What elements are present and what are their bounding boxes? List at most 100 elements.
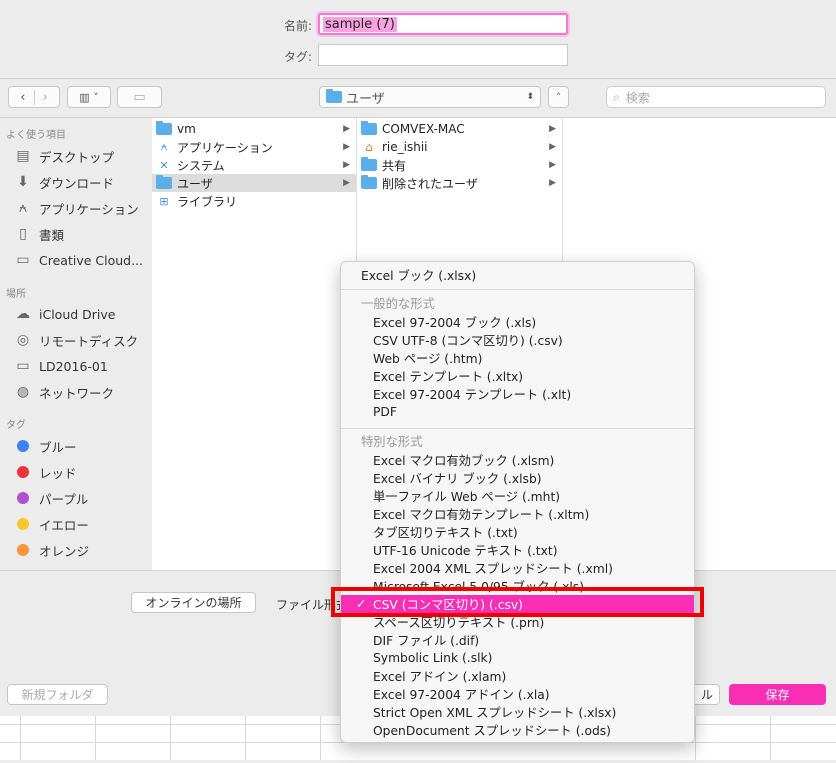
sidebar-item-creative-cloud[interactable]: ▭ Creative Cloud... (14, 249, 143, 271)
collapse-button[interactable]: ˄ (548, 86, 569, 108)
menu-item[interactable]: Excel 97-2004 ブック (.xls) (341, 313, 694, 331)
sidebar-tag-red[interactable]: レッド (14, 461, 77, 483)
menu-item[interactable]: Strict Open XML スプレッドシート (.xlsx) (341, 703, 694, 721)
menu-section-title: 特別な形式 (341, 432, 694, 450)
sidebar-item-label: Creative Cloud... (39, 252, 144, 268)
tags-title: タグ (6, 420, 26, 431)
menu-item[interactable]: Excel マクロ有効テンプレート (.xltm) (341, 505, 694, 523)
menu-item[interactable]: Excel 97-2004 テンプレート (.xlt) (341, 385, 694, 403)
menu-item[interactable]: Excel 97-2004 アドイン (.xla) (341, 685, 694, 703)
sidebar-item-documents[interactable]: ▯ 書類 (14, 223, 64, 245)
sidebar-item-desktop[interactable]: ▤ デスクトップ (14, 145, 114, 167)
sidebar-tag-purple[interactable]: パープル (14, 487, 88, 509)
menu-item-label: Excel 2004 XML スプレッドシート (.xml) (373, 562, 613, 576)
location-popup[interactable]: ユーザ ⬍ (319, 86, 541, 108)
item-label: アプリケーション (177, 140, 273, 155)
menu-item[interactable]: Symbolic Link (.slk) (341, 649, 694, 667)
sidebar-item-label: ネットワーク (39, 385, 115, 401)
chevron-right-icon: ▶ (343, 160, 350, 170)
sidebar-item-downloads[interactable]: ⬇ ダウンロード (14, 171, 114, 193)
tag-dot-icon (17, 492, 29, 504)
sidebar-tag-blue[interactable]: ブルー (14, 435, 77, 457)
sidebar-item-label: アプリケーション (39, 201, 139, 217)
list-item-system[interactable]: ✕ システム ▶ (152, 156, 356, 174)
sidebar-item-icloud[interactable]: ☁ iCloud Drive (14, 303, 115, 325)
desktop-icon: ▤ (16, 148, 30, 164)
new-folder-button[interactable]: 新規フォルダ (7, 684, 108, 705)
chevron-right-icon: ▶ (343, 124, 350, 134)
item-label: システム (177, 158, 225, 173)
new-folder-toolbar-button[interactable]: ▭ (117, 86, 162, 108)
menu-item[interactable]: OpenDocument スプレッドシート (.ods) (341, 721, 694, 739)
sidebar-item-label: LD2016-01 (39, 358, 108, 374)
item-label: ライブラリ (177, 194, 238, 209)
menu-item[interactable]: Excel アドイン (.xlam) (341, 667, 694, 685)
sidebar-item-network[interactable]: ◍ ネットワーク (14, 381, 114, 403)
home-icon: ⌂ (365, 140, 373, 154)
sidebar-tag-orange[interactable]: オレンジ (14, 539, 89, 561)
list-item-deleted-users[interactable]: 削除されたユーザ ▶ (357, 174, 562, 192)
menu-item[interactable]: 単一ファイル Web ページ (.mht) (341, 487, 694, 505)
menu-divider (341, 428, 694, 429)
folder-icon: ▭ (16, 252, 30, 268)
item-label: 削除されたユーザ (382, 176, 478, 191)
system-icon: ✕ (159, 158, 169, 172)
menu-item[interactable]: タブ区切りテキスト (.txt) (341, 523, 694, 541)
chevron-right-icon: ▶ (549, 124, 556, 134)
menu-item[interactable]: Excel 2004 XML スプレッドシート (.xml) (341, 559, 694, 577)
list-item-applications[interactable]: ⍲ アプリケーション ▶ (152, 138, 356, 156)
menu-item-label: Excel 97-2004 テンプレート (.xlt) (373, 388, 572, 402)
menu-item-label: Excel ブック (.xlsx) (361, 269, 477, 283)
menu-item[interactable]: DIF ファイル (.dif) (341, 631, 694, 649)
search-field[interactable]: ⌕ 検索 (606, 86, 826, 108)
list-item-shared[interactable]: 共有 ▶ (357, 156, 562, 174)
sidebar-item-remote-disc[interactable]: ◎ リモートディスク (14, 329, 138, 351)
sidebar-tag-yellow[interactable]: イエロー (14, 513, 89, 535)
sidebar-item-ld2016[interactable]: ▭ LD2016-01 (14, 355, 108, 377)
menu-item-label: CSV UTF-8 (コンマ区切り) (.csv) (373, 334, 563, 348)
sidebar-item-applications[interactable]: ⍲ アプリケーション (14, 197, 139, 219)
sidebar-item-label: リモートディスク (39, 333, 139, 349)
menu-item[interactable]: Web ページ (.htm) (341, 349, 694, 367)
back-forward-buttons[interactable]: ‹ › (8, 86, 60, 108)
save-dialog-header (0, 0, 836, 78)
menu-item-label: Excel アドイン (.xlam) (373, 670, 507, 684)
folder-icon (361, 157, 377, 171)
sidebar-item-label: 書類 (39, 227, 65, 243)
list-item-vm[interactable]: vm ▶ (152, 120, 356, 138)
name-input[interactable]: sample (7) (318, 13, 568, 35)
forward-icon[interactable]: › (35, 90, 56, 105)
tag-dot-icon (17, 466, 29, 478)
view-mode-button[interactable]: ▥ ˅ (67, 86, 111, 108)
menu-item-label: Symbolic Link (.slk) (373, 651, 493, 665)
menu-item[interactable]: Excel ブック (.xlsx) (341, 266, 694, 284)
places-title: 場所 (6, 289, 26, 300)
updown-icon: ⬍ (526, 92, 534, 102)
menu-item-label: タブ区切りテキスト (.txt) (373, 526, 518, 540)
list-item-comvex[interactable]: COMVEX-MAC ▶ (357, 120, 562, 138)
save-button[interactable]: 保存 (729, 684, 826, 705)
columns-view-icon: ▥ ˅ (79, 90, 99, 104)
menu-item[interactable]: Excel バイナリ ブック (.xlsb) (341, 469, 694, 487)
tag-input[interactable] (318, 44, 568, 66)
menu-item-label: Excel テンプレート (.xltx) (373, 370, 524, 384)
menu-item[interactable]: PDF (341, 403, 694, 421)
menu-item[interactable]: UTF-16 Unicode テキスト (.txt) (341, 541, 694, 559)
list-item-home[interactable]: ⌂ rie_ishii ▶ (357, 138, 562, 156)
menu-item[interactable]: Excel マクロ有効ブック (.xlsm) (341, 451, 694, 469)
menu-section-title: 一般的な形式 (341, 294, 694, 312)
list-item-library[interactable]: ⊞ ライブラリ (152, 192, 356, 210)
sidebar-item-label: iCloud Drive (39, 306, 116, 322)
display-icon: ▭ (16, 358, 30, 374)
search-placeholder: 検索 (625, 90, 650, 105)
menu-item[interactable]: CSV UTF-8 (コンマ区切り) (.csv) (341, 331, 694, 349)
back-icon[interactable]: ‹ (12, 89, 35, 105)
tag-label: タグ: (283, 50, 312, 64)
menu-item[interactable]: Excel テンプレート (.xltx) (341, 367, 694, 385)
tag-dot-icon (17, 440, 29, 452)
chevron-right-icon: ▶ (343, 142, 350, 152)
list-item-users[interactable]: ユーザ ▶ (152, 174, 356, 192)
online-locations-button[interactable]: オンラインの場所 (131, 592, 256, 613)
folder-icon (361, 175, 377, 189)
folder-plus-icon: ▭ (133, 89, 146, 105)
